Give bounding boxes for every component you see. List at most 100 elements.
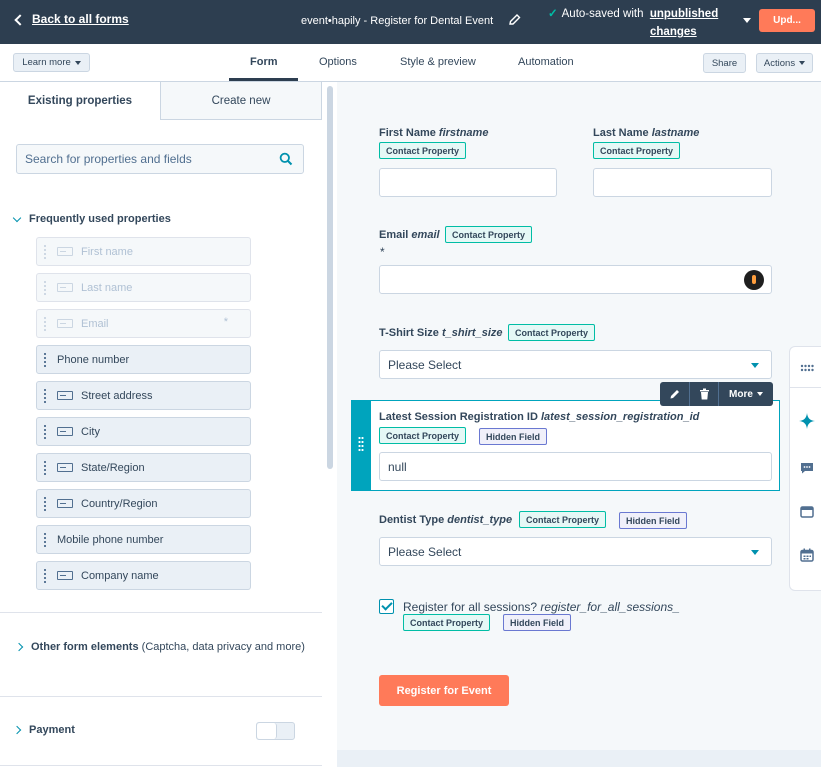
calendar-icon[interactable] <box>800 548 814 562</box>
register-all-checkbox[interactable] <box>379 599 394 614</box>
first-name-label: First Name firstname <box>379 127 488 139</box>
drag-grip-icon <box>43 280 47 295</box>
pencil-icon[interactable] <box>508 13 522 27</box>
property-item[interactable]: Phone number <box>36 345 251 374</box>
caret-down-icon <box>799 61 806 65</box>
register-all-internal: register_for_all_sessions_ <box>540 600 680 614</box>
chevron-down-icon[interactable] <box>743 18 751 23</box>
tab-create-new[interactable]: Create new <box>160 82 322 120</box>
divider <box>0 765 322 766</box>
email-internal: email <box>411 229 440 241</box>
tab-options[interactable]: Options <box>319 56 357 68</box>
field-icon <box>57 571 73 580</box>
caret-down-icon <box>751 363 759 368</box>
frequently-used-section[interactable]: Frequently used properties <box>12 213 171 225</box>
edit-field-button[interactable] <box>660 382 689 406</box>
payment-section[interactable]: Payment <box>12 724 75 736</box>
chevron-right-icon <box>14 642 24 652</box>
more-button[interactable]: More <box>719 382 773 406</box>
properties-panel: Existing properties Create new Frequentl… <box>0 82 336 767</box>
chevron-left-icon <box>14 13 26 26</box>
unpublished-changes-link-2[interactable]: changes <box>650 26 697 38</box>
actions-button[interactable]: Actions <box>756 53 813 73</box>
window-icon[interactable] <box>800 505 814 519</box>
contact-property-badge: Contact Property <box>508 324 596 341</box>
session-id-field[interactable]: null <box>379 452 772 481</box>
chat-icon[interactable] <box>800 461 814 475</box>
caret-down-icon <box>756 392 763 396</box>
drag-grip-icon <box>43 352 47 367</box>
field-toolbar: More <box>660 382 773 406</box>
first-name-internal: firstname <box>438 127 489 139</box>
back-to-forms-link[interactable]: Back to all forms <box>14 12 129 26</box>
first-name-field[interactable] <box>379 168 557 197</box>
payment-toggle[interactable] <box>256 722 295 740</box>
contact-property-badge: Contact Property <box>519 511 607 528</box>
search-input[interactable] <box>17 145 267 173</box>
trash-icon <box>699 388 709 400</box>
register-for-event-button[interactable]: Register for Event <box>379 675 509 706</box>
learn-more-label: Learn more <box>22 57 71 68</box>
drag-grip-icon <box>43 460 47 475</box>
caret-down-icon <box>74 60 81 65</box>
property-item[interactable]: Street address <box>36 381 251 410</box>
right-toolbar <box>789 346 821 591</box>
chevron-down-icon <box>12 213 22 222</box>
canvas-footer <box>337 750 821 767</box>
other-subtitle: (Captcha, data privacy and more) <box>141 641 305 653</box>
property-label: Company name <box>81 569 159 582</box>
more-label: More <box>729 388 753 400</box>
contact-property-badge: Contact Property <box>403 614 491 631</box>
property-item[interactable]: Mobile phone number <box>36 525 251 554</box>
pencil-icon <box>670 390 679 399</box>
register-all-label: Register for all sessions? register_for_… <box>403 600 680 614</box>
last-name-field[interactable] <box>593 168 772 197</box>
session-label-text: Latest Session Registration ID <box>379 411 538 423</box>
dentist-select[interactable]: Please Select <box>379 537 772 566</box>
sparkle-icon[interactable] <box>799 413 815 429</box>
update-button[interactable]: Upd... <box>759 9 815 32</box>
property-label: Last name <box>81 281 133 294</box>
dentist-internal: dentist_type <box>447 514 513 526</box>
apps-grid-icon[interactable] <box>800 361 814 375</box>
other-form-elements-section[interactable]: Other form elements (Captcha, data priva… <box>14 638 306 656</box>
tab-form[interactable]: Form <box>250 56 278 68</box>
tab-style-preview[interactable]: Style & preview <box>400 56 476 68</box>
actions-label: Actions <box>763 57 796 69</box>
last-name-label: Last Name lastname <box>593 127 699 139</box>
password-manager-icon[interactable] <box>744 270 764 290</box>
share-button[interactable]: Share <box>703 53 746 73</box>
property-item[interactable]: State/Region <box>36 453 251 482</box>
contact-property-badge: Contact Property <box>379 142 467 159</box>
contact-property-badge: Contact Property <box>379 427 467 444</box>
property-item[interactable]: City <box>36 417 251 446</box>
scrollbar-thumb[interactable] <box>327 86 333 469</box>
delete-field-button[interactable] <box>690 382 718 406</box>
tab-automation[interactable]: Automation <box>518 56 574 68</box>
payment-title: Payment <box>29 724 75 736</box>
property-label: City <box>81 425 100 438</box>
drag-grip-icon <box>43 496 47 511</box>
property-item[interactable]: Company name <box>36 561 251 590</box>
property-item[interactable]: Country/Region <box>36 489 251 518</box>
contact-property-badge: Contact Property <box>445 226 533 243</box>
divider <box>0 696 322 697</box>
property-label: Email <box>81 317 109 330</box>
sub-bar: Learn more Form Options Style & preview … <box>0 44 821 82</box>
field-icon <box>57 427 73 436</box>
search-icon[interactable] <box>279 152 293 166</box>
learn-more-button[interactable]: Learn more <box>13 53 90 72</box>
drag-grip-icon <box>43 244 47 259</box>
property-label: First name <box>81 245 133 258</box>
email-field[interactable] <box>379 265 772 294</box>
field-icon <box>57 283 73 292</box>
toggle-knob <box>257 723 277 739</box>
form-title[interactable]: event•hapily - Register for Dental Event <box>301 15 493 27</box>
register-all-label-text: Register for all sessions? <box>403 600 538 614</box>
tab-existing-properties[interactable]: Existing properties <box>0 82 160 120</box>
tshirt-select[interactable]: Please Select <box>379 350 772 379</box>
tshirt-internal: t_shirt_size <box>441 327 503 339</box>
last-name-internal: lastname <box>651 127 700 139</box>
rail-divider <box>790 387 821 388</box>
unpublished-changes-link[interactable]: unpublished <box>650 8 718 20</box>
